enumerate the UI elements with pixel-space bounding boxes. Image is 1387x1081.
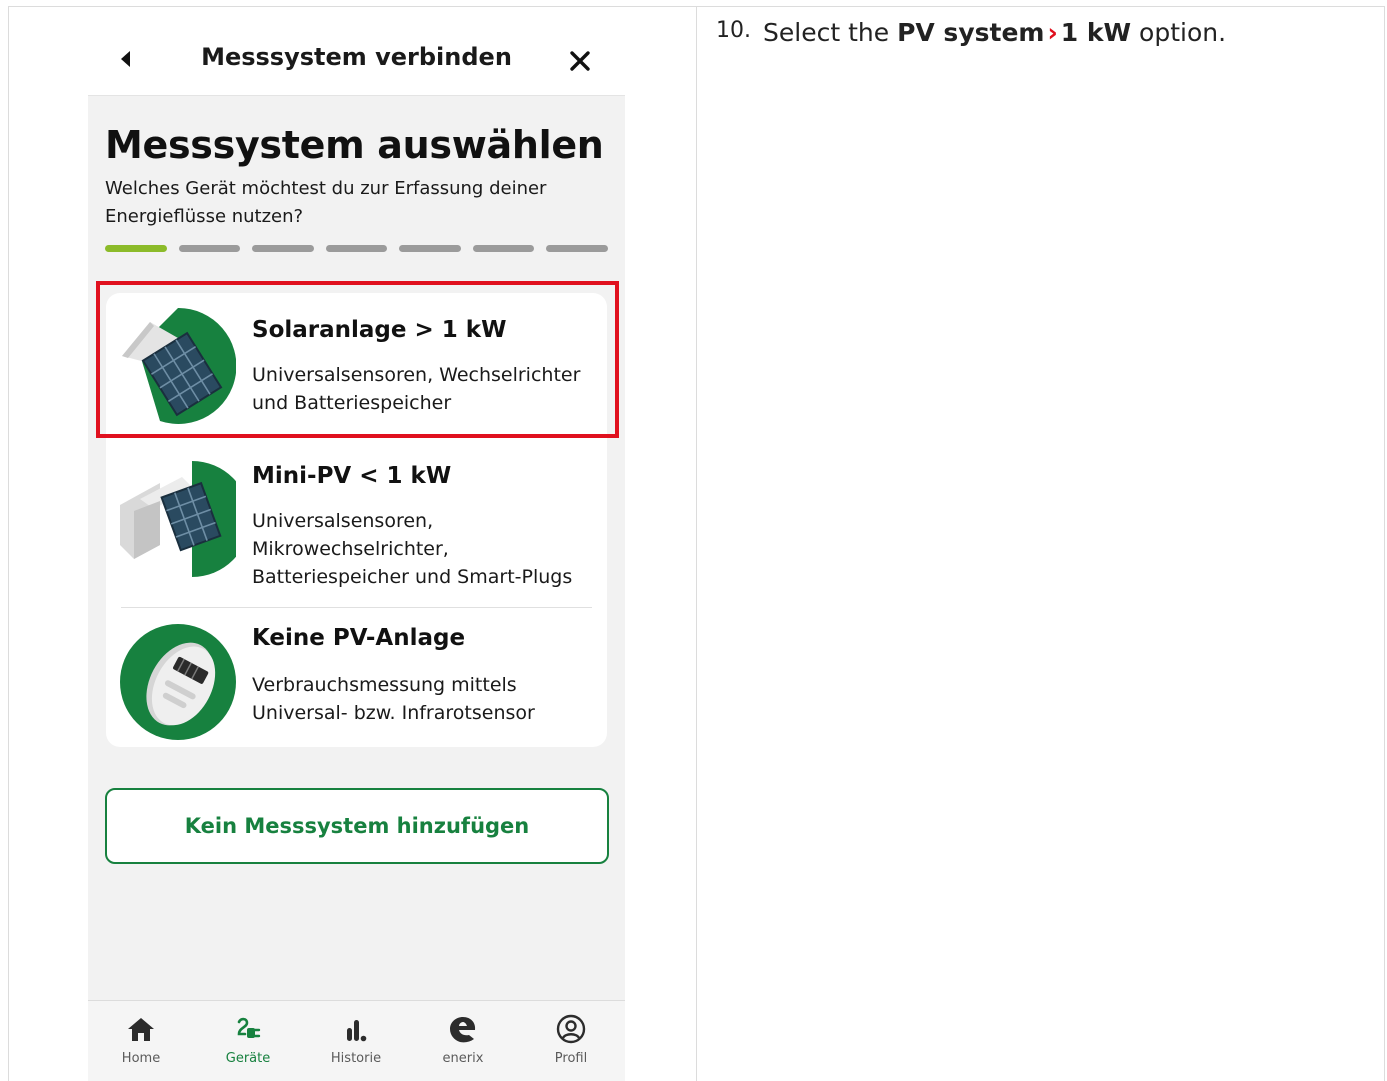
home-icon	[128, 1018, 154, 1041]
page-title: Messsystem auswählen	[105, 123, 604, 167]
option-divider	[121, 607, 592, 608]
option-description: Verbrauchsmessung mittels Universal- bzw…	[252, 674, 535, 724]
skip-measurement-button[interactable]: Kein Messsystem hinzufügen	[105, 788, 609, 864]
chevron-right-icon: ›	[1047, 18, 1058, 47]
selection-highlight	[96, 281, 619, 438]
nav-label: enerix	[442, 1051, 484, 1066]
progress-segment	[472, 245, 535, 252]
nav-item-profil[interactable]: Profil	[526, 1007, 616, 1079]
progress-segment	[399, 245, 461, 252]
step-text: option.	[1139, 18, 1227, 47]
nav-item-historie[interactable]: Historie	[311, 1007, 401, 1079]
column-divider	[696, 6, 697, 1081]
option-description: Universalsensoren, Mikrowechselrichter, …	[252, 510, 573, 588]
energy-meter-icon	[120, 624, 236, 740]
bottom-navigation: Home Geräte Historie enerix Profil	[88, 1000, 625, 1081]
progress-segment	[325, 245, 388, 252]
instruction-step: 10. Select the PV system › 1 kW option.	[716, 18, 1226, 47]
step-text: Select the	[763, 18, 890, 47]
progress-segment-active	[105, 245, 167, 252]
nav-item-geraete[interactable]: Geräte	[203, 1007, 293, 1079]
close-icon[interactable]	[568, 49, 592, 73]
enerix-logo-icon	[450, 1017, 476, 1043]
nav-item-home[interactable]: Home	[96, 1007, 186, 1079]
nav-item-enerix[interactable]: enerix	[418, 1007, 508, 1079]
nav-label: Profil	[554, 1051, 588, 1066]
option-no-pv[interactable]: Keine PV-Anlage Verbrauchsmessung mittel…	[106, 609, 607, 747]
option-title: Keine PV-Anlage	[252, 625, 466, 651]
nav-label: Historie	[330, 1051, 382, 1066]
top-bar: Messsystem verbinden	[88, 7, 625, 96]
option-title: Mini-PV < 1 kW	[252, 463, 452, 489]
app-screen: Messsystem verbinden Messsystem auswähle…	[88, 7, 625, 1081]
page-subtitle: Welches Gerät möchtest du zur Erfassung …	[105, 178, 547, 227]
balcony-solar-icon	[120, 461, 236, 577]
bar-chart-icon	[347, 1020, 367, 1042]
progress-segment	[178, 245, 241, 252]
step-progress	[105, 245, 609, 252]
step-number: 10.	[716, 18, 751, 43]
option-mini-pv[interactable]: Mini-PV < 1 kW Universalsensoren, Mikrow…	[106, 443, 607, 607]
user-circle-icon	[556, 1014, 586, 1044]
step-emphasis: 1 kW	[1060, 18, 1132, 47]
nav-label: Geräte	[225, 1051, 271, 1066]
progress-segment	[252, 245, 314, 252]
progress-segment	[546, 245, 609, 252]
nav-label: Home	[121, 1051, 161, 1066]
header-title: Messsystem verbinden	[201, 43, 512, 71]
step-emphasis: PV system	[897, 18, 1045, 47]
plug-icon	[237, 1017, 261, 1038]
